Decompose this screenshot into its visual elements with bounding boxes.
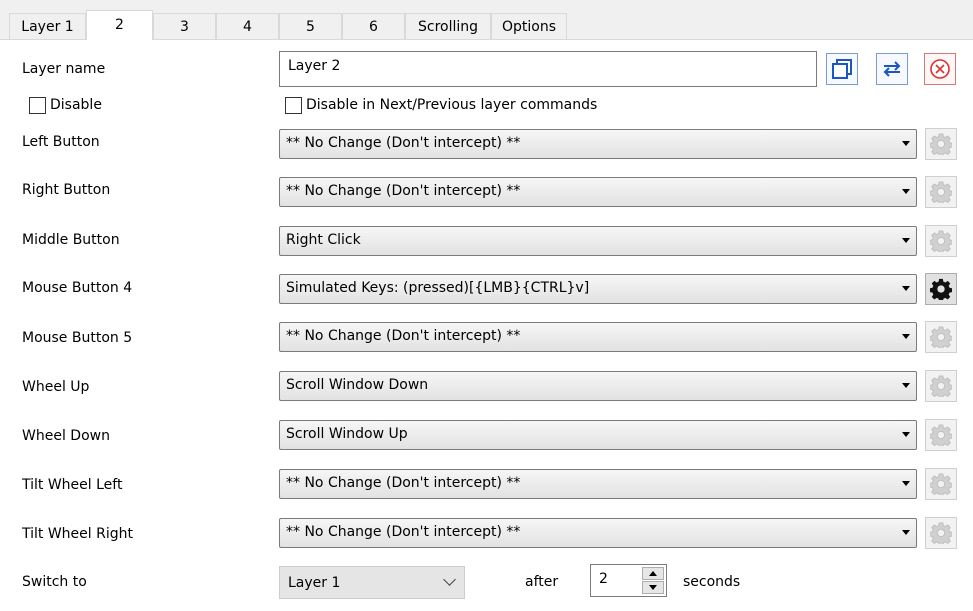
mouse-button-5-label: Mouse Button 5: [22, 330, 133, 346]
right-button-settings-button: [925, 176, 957, 208]
gear-icon: [930, 326, 952, 348]
gear-icon: [930, 230, 952, 252]
copy-icon: [832, 59, 852, 79]
gear-icon: [930, 375, 952, 397]
tab-bar: Layer 1 2 3 4 5 6 Scrolling Options: [0, 0, 973, 40]
layer-name-input[interactable]: Layer 2: [279, 51, 817, 87]
right-button-label: Right Button: [22, 182, 111, 198]
dropdown-arrow-icon: [902, 334, 910, 339]
tab-layer-5[interactable]: 5: [279, 13, 342, 39]
gear-icon: [930, 522, 952, 544]
left-button-settings-button: [925, 128, 957, 160]
gear-icon: [930, 424, 952, 446]
tilt-wheel-right-action-select[interactable]: ** No Change (Don't intercept) **: [279, 518, 917, 548]
left-button-action-value: ** No Change (Don't intercept) **: [286, 135, 521, 151]
mouse-button-4-action-value: Simulated Keys: (pressed)[{LMB}{CTRL}v]: [286, 280, 590, 296]
dropdown-arrow-icon: [902, 432, 910, 437]
chevron-down-icon: [443, 573, 456, 586]
close-circle-icon: [930, 59, 950, 79]
mouse-button-4-settings-button[interactable]: [925, 273, 957, 305]
layer-name-label: Layer name: [22, 61, 106, 77]
dropdown-arrow-icon: [902, 481, 910, 486]
switch-to-label: Switch to: [22, 574, 87, 590]
wheel-down-action-select[interactable]: Scroll Window Up: [279, 420, 917, 450]
tab-layer-1[interactable]: Layer 1: [9, 13, 86, 39]
mouse-button-4-action-select[interactable]: Simulated Keys: (pressed)[{LMB}{CTRL}v]: [279, 274, 917, 304]
wheel-up-action-value: Scroll Window Down: [286, 377, 429, 393]
switch-to-layer-select[interactable]: Layer 1: [279, 566, 465, 599]
copy-layer-button[interactable]: [826, 53, 858, 85]
stepper-buttons: [642, 567, 664, 594]
gear-icon: [930, 473, 952, 495]
tab-layer-3[interactable]: 3: [153, 13, 216, 39]
wheel-down-label: Wheel Down: [22, 428, 110, 444]
tab-scrolling[interactable]: Scrolling: [405, 13, 491, 39]
dropdown-arrow-icon: [902, 238, 910, 243]
tilt-wheel-right-settings-button: [925, 517, 957, 549]
dropdown-arrow-icon: [902, 530, 910, 535]
wheel-up-action-select[interactable]: Scroll Window Down: [279, 371, 917, 401]
disable-checkbox[interactable]: [29, 97, 46, 114]
mouse-button-5-action-select[interactable]: ** No Change (Don't intercept) **: [279, 322, 917, 352]
wheel-up-settings-button: [925, 370, 957, 402]
swap-layer-button[interactable]: [876, 53, 908, 85]
seconds-label: seconds: [683, 574, 741, 590]
stepper-down-button[interactable]: [642, 581, 664, 594]
disable-label: Disable: [50, 97, 102, 113]
stepper-up-button[interactable]: [642, 567, 664, 580]
dropdown-arrow-icon: [902, 286, 910, 291]
middle-button-label: Middle Button: [22, 232, 120, 248]
swap-arrows-icon: [883, 61, 901, 77]
tilt-wheel-left-settings-button: [925, 468, 957, 500]
tilt-wheel-right-label: Tilt Wheel Right: [22, 526, 133, 542]
mouse-button-4-label: Mouse Button 4: [22, 280, 133, 296]
delete-layer-button[interactable]: [924, 53, 956, 85]
gear-icon: [930, 181, 952, 203]
dropdown-arrow-icon: [902, 189, 910, 194]
mouse-button-5-settings-button: [925, 321, 957, 353]
dropdown-arrow-icon: [902, 141, 910, 146]
tilt-wheel-left-action-value: ** No Change (Don't intercept) **: [286, 475, 521, 491]
tab-layer-6[interactable]: 6: [342, 13, 405, 39]
wheel-down-settings-button: [925, 419, 957, 451]
tab-layer-4[interactable]: 4: [216, 13, 279, 39]
after-label: after: [525, 574, 559, 590]
mouse-button-5-action-value: ** No Change (Don't intercept) **: [286, 328, 521, 344]
right-button-action-value: ** No Change (Don't intercept) **: [286, 183, 521, 199]
wheel-down-action-value: Scroll Window Up: [286, 426, 408, 442]
tab-layer-2[interactable]: 2: [86, 10, 153, 40]
middle-button-action-select[interactable]: Right Click: [279, 226, 917, 256]
after-seconds-value: 2: [599, 571, 608, 587]
tab-options[interactable]: Options: [491, 13, 567, 39]
tilt-wheel-left-action-select[interactable]: ** No Change (Don't intercept) **: [279, 469, 917, 499]
left-button-action-select[interactable]: ** No Change (Don't intercept) **: [279, 129, 917, 159]
disable-next-prev-checkbox[interactable]: [285, 97, 302, 114]
switch-to-layer-value: Layer 1: [288, 575, 341, 591]
middle-button-settings-button: [925, 225, 957, 257]
dropdown-arrow-icon: [902, 383, 910, 388]
after-seconds-stepper[interactable]: 2: [590, 564, 667, 597]
right-button-action-select[interactable]: ** No Change (Don't intercept) **: [279, 177, 917, 207]
tilt-wheel-left-label: Tilt Wheel Left: [22, 477, 123, 493]
wheel-up-label: Wheel Up: [22, 379, 90, 395]
disable-next-prev-label: Disable in Next/Previous layer commands: [306, 97, 598, 113]
tilt-wheel-right-action-value: ** No Change (Don't intercept) **: [286, 524, 521, 540]
gear-icon: [930, 133, 952, 155]
middle-button-action-value: Right Click: [286, 232, 361, 248]
left-button-label: Left Button: [22, 134, 100, 150]
gear-icon: [930, 278, 952, 300]
